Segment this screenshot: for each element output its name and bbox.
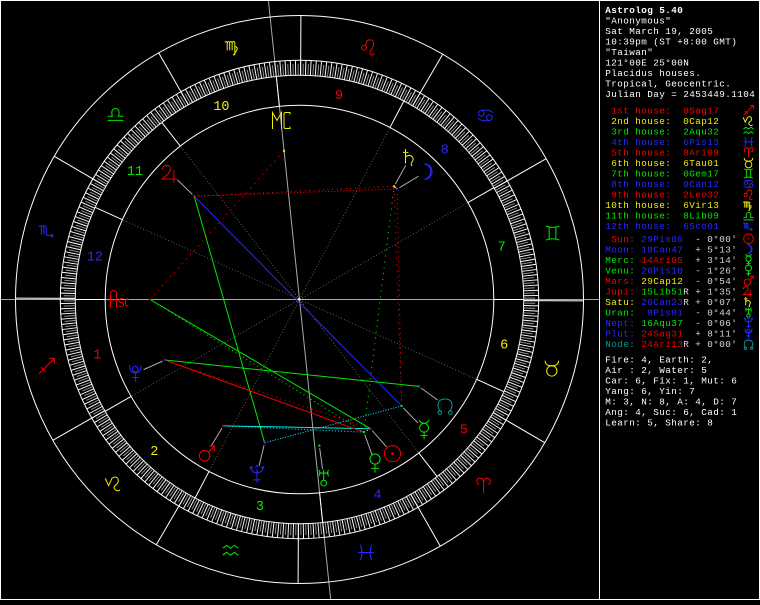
- svg-text:29Pis06: 29Pis06: [641, 234, 683, 245]
- svg-text:Fire: 4, Earth: 2,: Fire: 4, Earth: 2,: [605, 354, 713, 365]
- svg-text:- 0°44': - 0°44': [695, 308, 737, 319]
- svg-text:7th house:: 7th house:: [611, 169, 671, 180]
- svg-text:6: 6: [500, 338, 508, 353]
- svg-text:Moon:: Moon:: [605, 244, 635, 255]
- svg-text:Venu:: Venu:: [605, 265, 635, 276]
- svg-text:Sat March 19, 2005: Sat March 19, 2005: [605, 26, 713, 37]
- svg-text:- 0°06': - 0°06': [695, 318, 737, 329]
- svg-text:12th house:: 12th house:: [605, 221, 671, 232]
- svg-text:Astrolog 5.40: Astrolog 5.40: [605, 5, 683, 16]
- svg-text:24Ari13: 24Ari13: [641, 339, 683, 350]
- svg-text:6Tau01: 6Tau01: [683, 158, 719, 169]
- svg-text:10:39pm (ST +8:00 GMT): 10:39pm (ST +8:00 GMT): [605, 36, 737, 47]
- svg-text:1: 1: [93, 348, 101, 363]
- svg-text:8Ari09: 8Ari09: [683, 148, 719, 159]
- svg-text:+ 0°07': + 0°07': [695, 297, 737, 308]
- svg-text:Ang: 4, Suc: 6, Cad: 1: Ang: 4, Suc: 6, Cad: 1: [605, 407, 737, 418]
- svg-text:3: 3: [256, 500, 264, 515]
- svg-text:20Can23: 20Can23: [641, 297, 683, 308]
- svg-text:Jupi:: Jupi:: [605, 286, 635, 297]
- svg-text:9: 9: [335, 89, 343, 104]
- svg-text:+ 1°35': + 1°35': [695, 286, 737, 297]
- svg-text:Node:: Node:: [605, 339, 635, 350]
- svg-text:Sun:: Sun:: [611, 234, 635, 245]
- svg-text:29Cap12: 29Cap12: [641, 276, 683, 287]
- svg-text:Plut:: Plut:: [605, 329, 635, 340]
- svg-text:0Gem17: 0Gem17: [683, 169, 719, 180]
- svg-text:Car: 6, Fix: 1, Mut: 6: Car: 6, Fix: 1, Mut: 6: [605, 375, 737, 386]
- svg-text:16Aqu37: 16Aqu37: [641, 318, 683, 329]
- svg-text:11: 11: [127, 165, 143, 180]
- svg-text:Satu:: Satu:: [605, 297, 635, 308]
- svg-text:26Pis10: 26Pis10: [641, 265, 683, 276]
- svg-text:4: 4: [374, 489, 382, 504]
- svg-text:5th house:: 5th house:: [611, 148, 671, 159]
- svg-text:M: 3, N: 8, A: 4, D: 7: M: 3, N: 8, A: 4, D: 7: [605, 396, 737, 407]
- svg-text:2Aqu32: 2Aqu32: [683, 126, 719, 137]
- svg-text:+ 5°13': + 5°13': [695, 244, 737, 255]
- svg-text:0Sag17: 0Sag17: [683, 105, 719, 116]
- svg-text:Nept:: Nept:: [605, 318, 635, 329]
- svg-text:2: 2: [150, 445, 158, 460]
- svg-text:Learn: 5, Share: 8: Learn: 5, Share: 8: [605, 417, 713, 428]
- svg-text:R: R: [683, 339, 689, 350]
- svg-text:2nd house:: 2nd house:: [611, 116, 671, 127]
- svg-text:R: R: [683, 286, 689, 297]
- svg-text:9th house:: 9th house:: [611, 190, 671, 201]
- svg-text:Tropical, Geocentric.: Tropical, Geocentric.: [605, 79, 731, 90]
- svg-text:"Anonymous": "Anonymous": [605, 15, 671, 26]
- svg-text:"Taiwan": "Taiwan": [605, 47, 653, 58]
- svg-text:6th house:: 6th house:: [611, 158, 671, 169]
- svg-text:14Ari05: 14Ari05: [641, 255, 683, 266]
- svg-text:18Can47: 18Can47: [641, 244, 683, 255]
- svg-text:11th house:: 11th house:: [605, 211, 671, 222]
- svg-text:121°00E 25°00N: 121°00E 25°00N: [605, 57, 689, 68]
- svg-text:- 1°26': - 1°26': [695, 265, 737, 276]
- svg-text:6Sco01: 6Sco01: [683, 221, 719, 232]
- svg-text:6Pis13: 6Pis13: [683, 137, 719, 148]
- svg-text:- 0°00': - 0°00': [695, 234, 737, 245]
- svg-text:+ 0°00': + 0°00': [695, 339, 737, 350]
- svg-text:0Can12: 0Can12: [683, 179, 719, 190]
- svg-text:- 0°54': - 0°54': [695, 276, 737, 287]
- svg-text:8Pis01: 8Pis01: [647, 308, 683, 319]
- svg-text:4th house:: 4th house:: [611, 137, 671, 148]
- svg-text:+ 3°14': + 3°14': [695, 255, 737, 266]
- svg-text:1st house:: 1st house:: [611, 105, 671, 116]
- svg-text:Julian Day = 2453449.1104: Julian Day = 2453449.1104: [605, 89, 755, 100]
- svg-text:7: 7: [498, 240, 506, 255]
- svg-text:8: 8: [441, 144, 449, 159]
- svg-text:Mars:: Mars:: [605, 276, 635, 287]
- svg-text:Placidus houses.: Placidus houses.: [605, 68, 701, 79]
- svg-text:5: 5: [460, 424, 468, 439]
- svg-text:8Lib09: 8Lib09: [683, 211, 719, 222]
- svg-text:15Lib51: 15Lib51: [641, 286, 683, 297]
- svg-text:Air : 2, Water: 5: Air : 2, Water: 5: [605, 365, 707, 376]
- svg-text:12: 12: [87, 250, 103, 265]
- svg-text:R: R: [683, 297, 689, 308]
- svg-text:Merc:: Merc:: [605, 255, 635, 266]
- svg-text:+ 8°11': + 8°11': [695, 329, 737, 340]
- svg-text:2Leo32: 2Leo32: [683, 190, 719, 201]
- svg-text:24Sag31: 24Sag31: [641, 329, 683, 340]
- svg-text:8th house:: 8th house:: [611, 179, 671, 190]
- svg-text:10th house:: 10th house:: [605, 200, 671, 211]
- svg-text:0Cap12: 0Cap12: [683, 116, 719, 127]
- svg-text:3rd house:: 3rd house:: [611, 126, 671, 137]
- svg-text:Yang: 6, Yin: 7: Yang: 6, Yin: 7: [605, 386, 695, 397]
- svg-text:6Vir13: 6Vir13: [683, 200, 719, 211]
- svg-text:10: 10: [213, 100, 229, 115]
- svg-text:Uran:: Uran:: [605, 308, 635, 319]
